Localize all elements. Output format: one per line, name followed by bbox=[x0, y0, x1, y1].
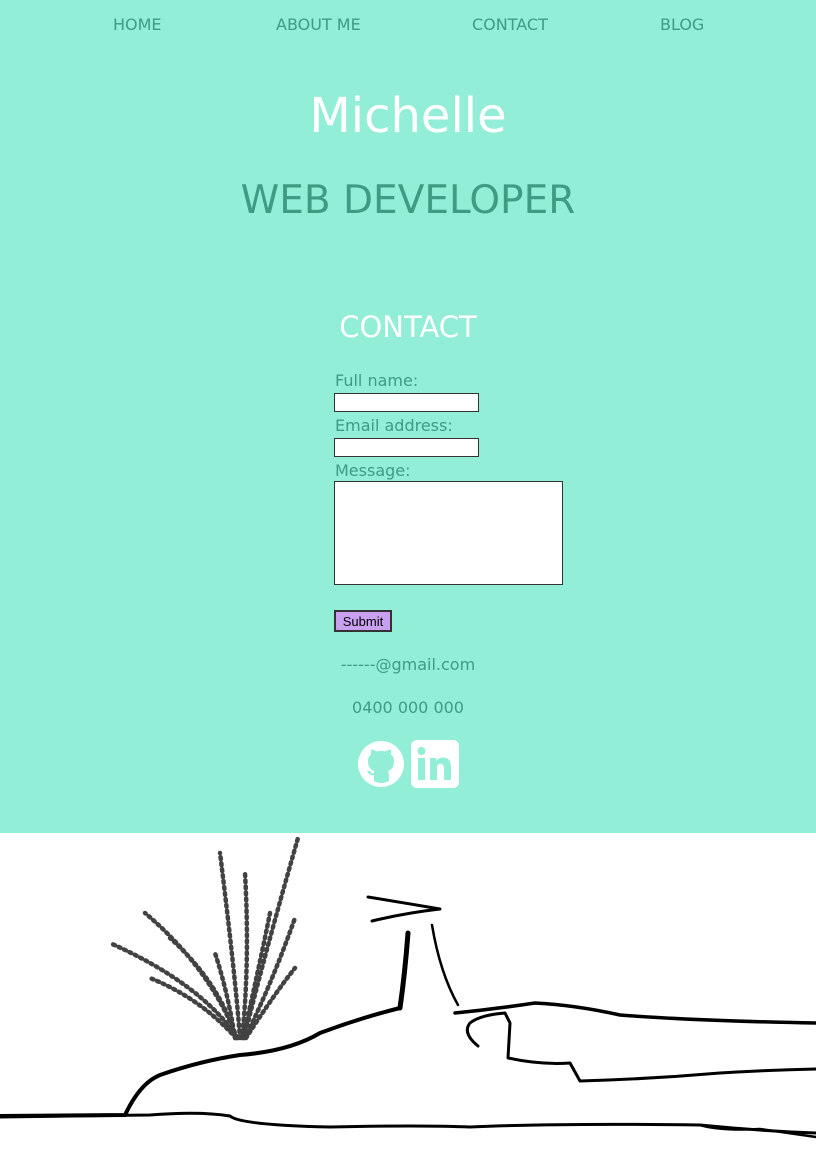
nav-blog-link[interactable]: BLOG bbox=[660, 15, 704, 34]
email-address-input[interactable] bbox=[334, 438, 479, 457]
nav-home-link[interactable]: HOME bbox=[113, 15, 162, 34]
full-name-input[interactable] bbox=[334, 393, 479, 412]
contact-phone: 0400 000 000 bbox=[352, 698, 464, 717]
site-owner-name: Michelle bbox=[309, 88, 507, 144]
header-section: HOME ABOUT ME CONTACT BLOG Michelle WEB … bbox=[0, 0, 816, 833]
contact-heading: CONTACT bbox=[339, 310, 477, 344]
nav-contact-link[interactable]: CONTACT bbox=[472, 15, 548, 34]
message-label: Message: bbox=[335, 461, 411, 480]
landscape-sketch-illustration bbox=[0, 835, 816, 1139]
full-name-label: Full name: bbox=[335, 371, 419, 390]
linkedin-icon[interactable] bbox=[411, 740, 459, 788]
spray-plume bbox=[107, 835, 301, 1041]
contact-email: ------@gmail.com bbox=[340, 655, 476, 674]
email-address-label: Email address: bbox=[335, 416, 453, 435]
job-title: WEB DEVELOPER bbox=[240, 178, 576, 223]
nav-about-me-link[interactable]: ABOUT ME bbox=[276, 15, 361, 34]
github-icon[interactable] bbox=[357, 740, 405, 788]
message-textarea[interactable] bbox=[334, 481, 563, 585]
submit-button[interactable]: Submit bbox=[334, 610, 392, 632]
